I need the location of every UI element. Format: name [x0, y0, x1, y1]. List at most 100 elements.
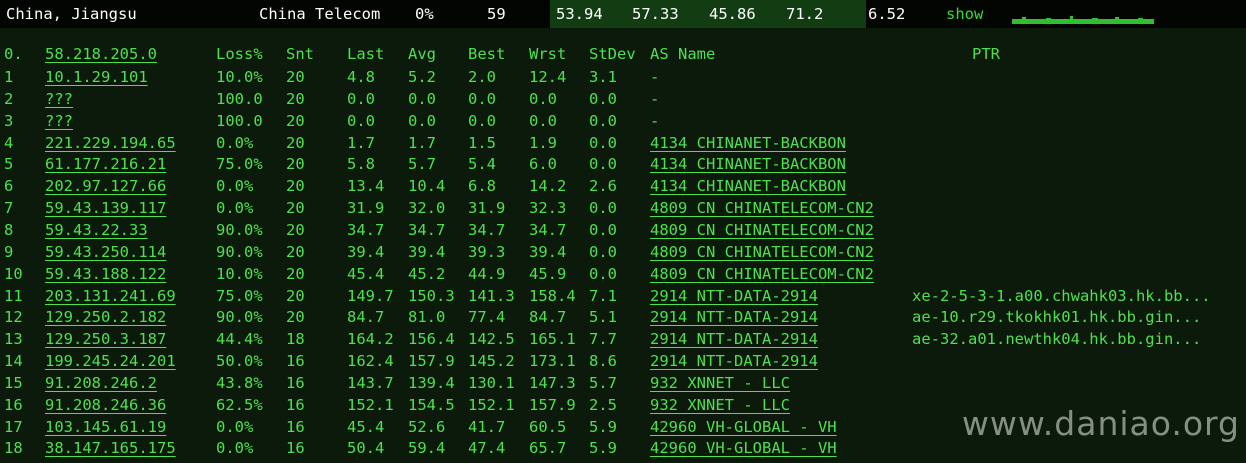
host-link[interactable]: 59.43.139.117	[45, 197, 166, 219]
host-link[interactable]: 38.147.165.175	[45, 437, 176, 459]
as-name[interactable]: 4809 CN CHINATELECOM-CN2	[650, 241, 874, 263]
snt-value: 20	[286, 68, 305, 86]
snt-value: 18	[286, 330, 305, 349]
last-value: 1.7	[347, 133, 375, 152]
last-value: 84.7	[347, 308, 385, 327]
as-name[interactable]: 2914 NTT-DATA-2914	[650, 285, 818, 307]
hop-number: 1	[4, 68, 14, 86]
as-name[interactable]: 4134 CHINANET-BACKBON	[650, 132, 846, 154]
stdev-value: 0.0	[589, 111, 617, 130]
as-name[interactable]: 932 XNNET - LLC	[650, 372, 790, 394]
as-name[interactable]: 932 XNNET - LLC	[650, 394, 790, 416]
host-link[interactable]: 91.208.246.36	[45, 394, 166, 416]
best-value: 0.0	[468, 111, 496, 130]
summary-last: 53.94	[556, 5, 603, 23]
show-link[interactable]: show	[946, 5, 983, 23]
avg-value: 0.0	[408, 111, 436, 130]
host-link[interactable]: 10.1.29.101	[45, 66, 148, 88]
last-value: 50.4	[347, 439, 385, 458]
table-row: 1 10.1.29.101 10.0% 20 4.8 5.2 2.0 12.4 3.1 -	[0, 66, 1246, 88]
avg-value: 0.0	[408, 89, 436, 108]
summary-sent: 59	[487, 5, 506, 23]
loss-value: 90.0%	[216, 308, 263, 327]
snt-value: 20	[286, 264, 305, 283]
best-value: 31.9	[468, 199, 506, 218]
host-link[interactable]: 221.229.194.65	[45, 132, 176, 154]
summary-worst: 71.2	[786, 5, 824, 23]
loss-value: 0.0%	[216, 417, 254, 436]
last-value: 164.2	[347, 330, 394, 349]
summary-isp: China Telecom	[259, 5, 381, 23]
snt-value: 16	[286, 439, 305, 458]
avg-value: 154.5	[408, 395, 455, 414]
best-value: 77.4	[468, 308, 506, 327]
wrst-value: 0.0	[529, 89, 557, 108]
stdev-value: 3.1	[589, 68, 617, 86]
host-link[interactable]: 103.145.61.19	[45, 416, 166, 438]
ptr-value: ae-10.r29.tkokhk01.hk.bb.gin...	[912, 308, 1202, 327]
table-row: 15 91.208.246.2 43.8% 16 143.7 139.4 130.1 147.…	[0, 372, 1246, 394]
as-name[interactable]: 4134 CHINANET-BACKBON	[650, 153, 846, 175]
best-value: 130.1	[468, 373, 515, 392]
best-value: 141.3	[468, 286, 515, 305]
best-value: 44.9	[468, 264, 506, 283]
last-value: 0.0	[347, 111, 375, 130]
best-value: 41.7	[468, 417, 506, 436]
table-row: 6 202.97.127.66 0.0% 20 13.4 10.4 6.8 14.2 2.6 41…	[0, 175, 1246, 197]
hop-number: 13	[4, 330, 23, 349]
table-row: 12 129.250.2.182 90.0% 20 84.7 81.0 77.4 84.7 5.…	[0, 306, 1246, 328]
as-name[interactable]: 42960 VH-GLOBAL - VH	[650, 437, 837, 459]
as-name[interactable]: 2914 NTT-DATA-2914	[650, 306, 818, 328]
host-link[interactable]: 203.131.241.69	[45, 285, 176, 307]
host-link[interactable]: 202.97.127.66	[45, 175, 166, 197]
loss-value: 0.0%	[216, 177, 254, 196]
hop-number: 2	[4, 89, 14, 108]
avg-value: 156.4	[408, 330, 455, 349]
stdev-value: 8.6	[589, 352, 617, 371]
summary-stdev: 6.52	[868, 5, 906, 23]
host-link[interactable]: ???	[45, 110, 73, 132]
stdev-value: 0.0	[589, 199, 617, 218]
loss-value: 10.0%	[216, 68, 263, 86]
host-link[interactable]: 59.43.188.122	[45, 263, 166, 285]
snt-value: 16	[286, 395, 305, 414]
stdev-value: 2.5	[589, 395, 617, 414]
ptr-value: xe-2-5-3-1.a00.chwahk03.hk.bb...	[912, 286, 1211, 305]
host-link[interactable]: 129.250.2.182	[45, 306, 166, 328]
wrst-value: 6.0	[529, 155, 557, 174]
as-name[interactable]: 4809 CN CHINATELECOM-CN2	[650, 197, 874, 219]
host-link[interactable]: ???	[45, 88, 73, 110]
stdev-value: 5.9	[589, 439, 617, 458]
loss-value: 75.0%	[216, 155, 263, 174]
as-name[interactable]: 4134 CHINANET-BACKBON	[650, 175, 846, 197]
best-value: 5.4	[468, 155, 496, 174]
host-link[interactable]: 61.177.216.21	[45, 153, 166, 175]
header-loss: Loss%	[216, 45, 263, 63]
best-value: 152.1	[468, 395, 515, 414]
host-link[interactable]: 129.250.3.187	[45, 328, 166, 350]
host-link[interactable]: 59.43.22.33	[45, 219, 148, 241]
summary-best: 45.86	[709, 5, 756, 23]
as-name[interactable]: 4809 CN CHINATELECOM-CN2	[650, 263, 874, 285]
snt-value: 20	[286, 286, 305, 305]
wrst-value: 32.3	[529, 199, 567, 218]
summary-bar: China, Jiangsu China Telecom 0% 59 53.94…	[0, 0, 1246, 28]
as-name[interactable]: 2914 NTT-DATA-2914	[650, 350, 818, 372]
as-name[interactable]: 2914 NTT-DATA-2914	[650, 328, 818, 350]
as-name[interactable]: 42960 VH-GLOBAL - VH	[650, 416, 837, 438]
header-target-host[interactable]: 58.218.205.0	[45, 45, 157, 63]
stdev-value: 5.9	[589, 417, 617, 436]
best-value: 2.0	[468, 68, 496, 86]
hop-number: 11	[4, 286, 23, 305]
host-link[interactable]: 199.245.24.201	[45, 350, 176, 372]
avg-value: 39.4	[408, 242, 446, 261]
stdev-value: 0.0	[589, 89, 617, 108]
table-row: 9 59.43.250.114 90.0% 20 39.4 39.4 39.3 39.4 0.0…	[0, 241, 1246, 263]
best-value: 0.0	[468, 89, 496, 108]
host-link[interactable]: 59.43.250.114	[45, 241, 166, 263]
table-row: 10 59.43.188.122 10.0% 20 45.4 45.2 44.9 45.9 0.…	[0, 263, 1246, 285]
as-name[interactable]: 4809 CN CHINATELECOM-CN2	[650, 219, 874, 241]
last-value: 0.0	[347, 89, 375, 108]
host-link[interactable]: 91.208.246.2	[45, 372, 157, 394]
snt-value: 20	[286, 199, 305, 218]
